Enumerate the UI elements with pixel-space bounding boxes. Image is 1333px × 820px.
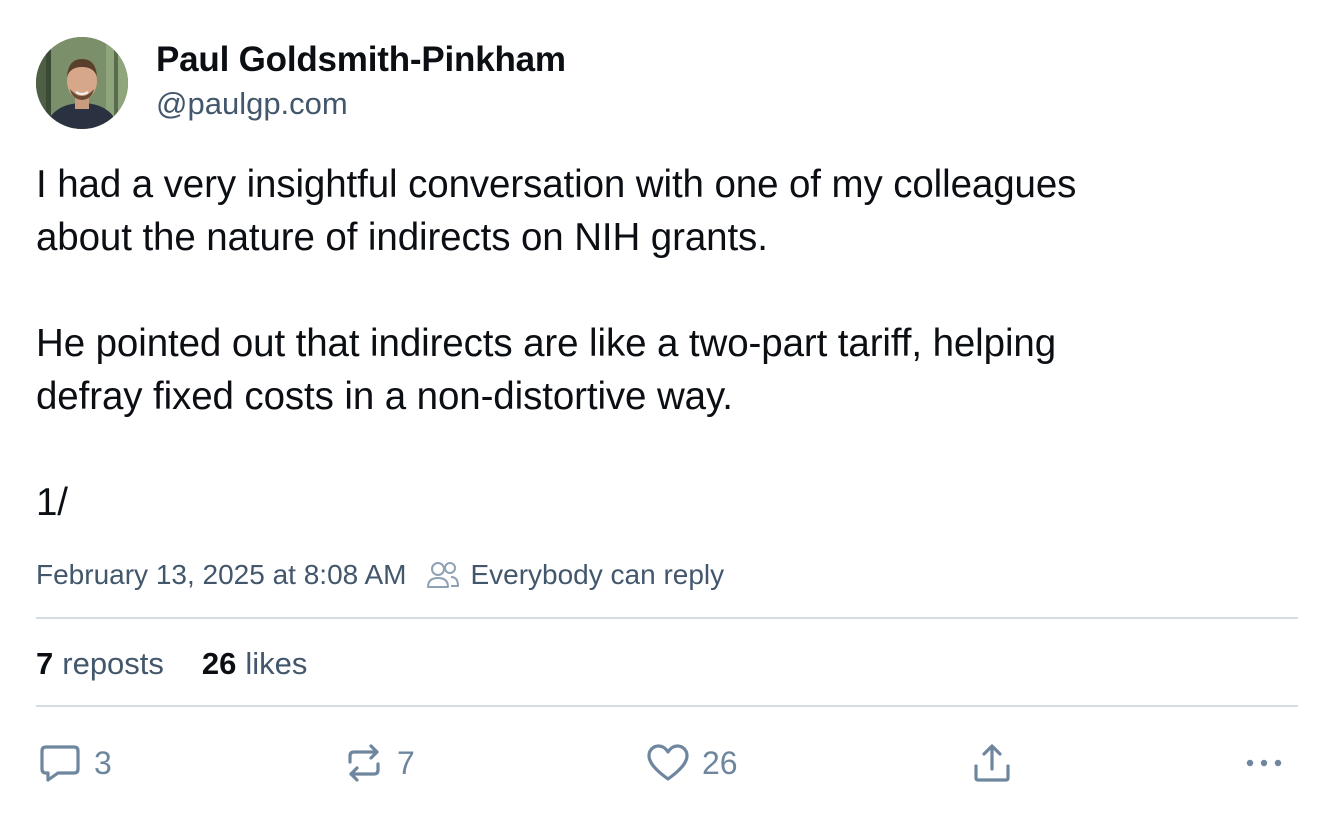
author-row[interactable]: Paul Goldsmith-Pinkham @paulgp.com (36, 37, 566, 129)
reposts-stat[interactable]: 7 reposts (36, 646, 164, 682)
share-button[interactable] (971, 738, 1013, 788)
avatar-photo-icon (36, 37, 128, 129)
post-meta: February 13, 2025 at 8:08 AM Everybody c… (36, 555, 724, 595)
likes-label: likes (245, 646, 308, 681)
like-count: 26 (702, 744, 738, 781)
divider (36, 705, 1298, 707)
heart-icon (647, 744, 689, 781)
ellipsis-icon (1246, 759, 1282, 767)
more-options-button[interactable] (1244, 738, 1284, 788)
author-display-name[interactable]: Paul Goldsmith-Pinkham (156, 38, 566, 82)
reposts-label: reposts (62, 646, 164, 681)
share-icon (974, 744, 1010, 782)
engagement-stats: 7 reposts 26 likes (36, 644, 307, 684)
post-thread-item: Paul Goldsmith-Pinkham @paulgp.com I had… (36, 0, 1298, 820)
likes-stat[interactable]: 26 likes (202, 646, 308, 682)
avatar[interactable] (36, 37, 128, 129)
author-text: Paul Goldsmith-Pinkham @paulgp.com (156, 40, 566, 124)
reply-scope-label: Everybody can reply (470, 559, 725, 590)
repost-button[interactable]: 7 (343, 738, 415, 788)
reply-scope[interactable]: Everybody can reply (426, 559, 724, 591)
reply-button[interactable]: 3 (38, 738, 112, 788)
divider (36, 617, 1298, 619)
post-actions: 3 7 26 (36, 738, 1298, 788)
reply-count: 3 (94, 744, 112, 781)
post-timestamp[interactable]: February 13, 2025 at 8:08 AM (36, 559, 406, 591)
people-icon (427, 562, 460, 588)
post-text: I had a very insightful conversation wit… (36, 163, 1077, 524)
like-button[interactable]: 26 (646, 738, 738, 788)
author-handle[interactable]: @paulgp.com (156, 84, 566, 124)
repost-arrows-icon (348, 744, 380, 782)
repost-count: 7 (397, 744, 415, 781)
speech-bubble-icon (40, 745, 80, 782)
likes-count: 26 (201, 646, 237, 681)
reposts-count: 7 (36, 646, 54, 681)
